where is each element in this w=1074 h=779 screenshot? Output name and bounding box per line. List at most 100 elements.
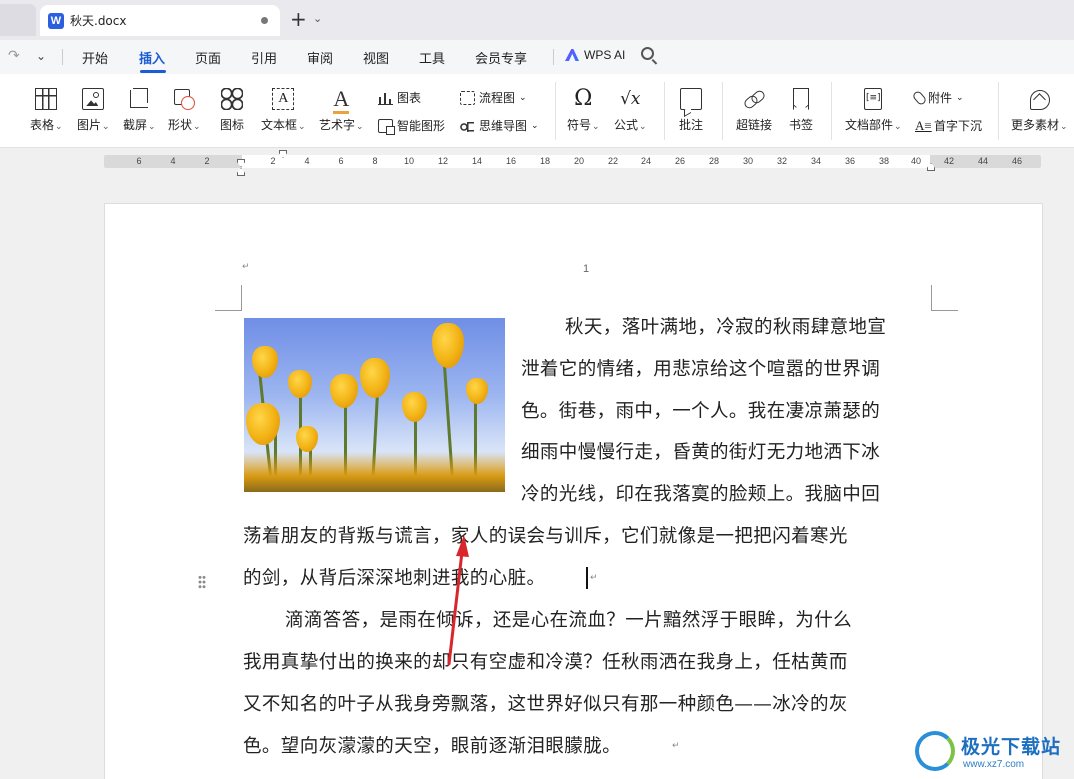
comment-button[interactable]: 批注	[679, 88, 703, 133]
paragraph-line: 的剑，从背后深深地刺进我的心脏。	[243, 568, 546, 589]
flowchart-button[interactable]: 流程图 ⌄	[460, 89, 527, 106]
omega-icon: Ω	[574, 86, 593, 111]
formula-icon: √x	[620, 89, 641, 109]
paragraph-line: 色。望向灰濛濛的天空，眼前逐渐泪眼朦胧。	[243, 736, 622, 757]
materials-icon	[1028, 88, 1051, 110]
horizontal-ruler[interactable]: 6 4 2 2 4 6 8 10 12 14 16 18 20 22 24 26…	[104, 150, 1041, 176]
attachment-button[interactable]: 附件 ⌄	[911, 89, 964, 106]
redo-icon[interactable]: ↷	[8, 48, 20, 64]
paragraph-line: 我用真挚付出的换来的却只有空虚和冷漠？任秋雨洒在我身上，任枯黄而	[243, 652, 848, 673]
document-parts-icon: [≡]	[864, 88, 883, 110]
bookmark-label: 书签	[789, 118, 814, 132]
icon-library-button[interactable]: 图标	[220, 88, 244, 133]
shape-label: 形状	[168, 118, 193, 132]
menu-member[interactable]: 会员专享	[475, 48, 527, 67]
link-icon	[743, 88, 765, 110]
crop-icon	[128, 88, 150, 110]
ruler-number: 2	[270, 156, 276, 166]
textbox-button[interactable]: A 文本框⌄	[261, 88, 306, 133]
new-tab-plus-icon[interactable]: +	[290, 9, 307, 29]
wordart-button[interactable]: A 艺术字⌄	[319, 86, 364, 133]
bookmark-button[interactable]: 书签	[789, 88, 813, 133]
divider	[555, 82, 556, 140]
divider	[998, 82, 999, 140]
tulip-photo[interactable]	[244, 318, 505, 492]
ruler-number: 6	[338, 156, 344, 166]
ruler-number: 4	[170, 156, 176, 166]
picture-label: 图片	[77, 118, 102, 132]
page-number: 1	[583, 263, 590, 275]
ruler-number: 44	[977, 156, 989, 166]
active-menu-indicator	[140, 70, 166, 73]
document-parts-button[interactable]: [≡] 文档部件⌄	[845, 88, 902, 133]
site-watermark: 极光下载站 www.xz7.com	[915, 727, 1070, 775]
dropcap-button[interactable]: A≡ 首字下沉	[915, 117, 982, 134]
ruler-number: 46	[1011, 156, 1023, 166]
symbol-button[interactable]: Ω 符号⌄	[567, 88, 600, 133]
menu-references[interactable]: 引用	[251, 48, 277, 67]
flowchart-label: 流程图	[479, 91, 516, 105]
ruler-number: 38	[878, 156, 890, 166]
quick-access-chevron-icon[interactable]: ⌄	[36, 49, 46, 63]
unsaved-dot-icon[interactable]	[261, 17, 268, 24]
formula-button[interactable]: √x 公式⌄	[614, 88, 647, 133]
ruler-number: 36	[844, 156, 856, 166]
document-tab[interactable]: W 秋天.docx	[40, 5, 280, 36]
tab-dropdown-chevron-icon[interactable]: ⌄	[313, 12, 322, 25]
ruler-number: 32	[776, 156, 788, 166]
smartart-button[interactable]: 智能图形	[378, 117, 445, 135]
menu-review[interactable]: 审阅	[307, 48, 333, 67]
paragraph-line: 冷的光线，印在我落寞的脸颊上。我脑中回	[521, 484, 881, 505]
formula-label: 公式	[614, 118, 639, 132]
ruler-number: 12	[437, 156, 449, 166]
ruler-number: 18	[539, 156, 551, 166]
more-materials-button[interactable]: 更多素材⌄	[1011, 88, 1068, 133]
hyperlink-button[interactable]: 超链接	[736, 88, 772, 133]
watermark-name: 极光下载站	[961, 736, 1062, 758]
paragraph-line: 秋天，落叶满地，冷寂的秋雨肆意地宣	[565, 317, 887, 338]
table-button[interactable]: 表格⌄	[30, 88, 63, 133]
table-label: 表格	[30, 118, 55, 132]
picture-icon	[82, 88, 105, 110]
menu-view[interactable]: 视图	[363, 48, 389, 67]
picture-button[interactable]: 图片⌄	[77, 88, 110, 133]
menu-tools[interactable]: 工具	[419, 48, 445, 67]
paragraph-drag-handle[interactable]	[198, 575, 206, 589]
previous-tab-stub[interactable]	[0, 4, 36, 36]
ruler-number: 4	[304, 156, 310, 166]
insert-ribbon: 表格⌄ 图片⌄ 截屏⌄ 形状⌄ 图标 A 文本框⌄ A 艺术字⌄ 图表 智能图形…	[0, 74, 1074, 148]
ruler-number: 22	[607, 156, 619, 166]
ruler-number: 14	[471, 156, 483, 166]
smartart-icon	[378, 118, 395, 135]
search-icon[interactable]	[641, 47, 654, 60]
paragraph-mark: ↵	[590, 573, 598, 583]
table-icon	[35, 88, 58, 110]
crop-mark	[931, 285, 958, 311]
shape-icon	[173, 88, 196, 110]
left-indent-marker[interactable]	[237, 168, 245, 176]
menu-home[interactable]: 开始	[82, 48, 108, 67]
attachment-label: 附件	[928, 91, 953, 105]
menu-page[interactable]: 页面	[195, 48, 221, 67]
wps-ai-button[interactable]: WPS AI	[565, 48, 625, 62]
dropcap-label: 首字下沉	[934, 119, 983, 133]
textbox-icon: A	[272, 88, 295, 110]
chart-button[interactable]: 图表	[378, 89, 421, 106]
paragraph-line: 滴滴答答，是雨在倾诉，还是心在流血？一片黯然浮于眼眸，为什么	[285, 610, 853, 631]
ruler-number: 30	[742, 156, 754, 166]
ruler-number: 26	[674, 156, 686, 166]
ruler-number: 42	[943, 156, 955, 166]
symbol-label: 符号	[567, 118, 592, 132]
ruler-number: 2	[204, 156, 210, 166]
paperclip-icon	[911, 89, 928, 106]
text-cursor	[586, 567, 588, 589]
docpart-label: 文档部件	[845, 118, 894, 132]
shape-button[interactable]: 形状⌄	[168, 88, 201, 133]
tulip-field	[244, 452, 505, 492]
screenshot-button[interactable]: 截屏⌄	[123, 88, 156, 133]
paragraph-line: 又不知名的叶子从我身旁飘落，这世界好似只有那一种颜色——冰冷的灰	[243, 694, 848, 715]
ruler-number: 28	[708, 156, 720, 166]
paragraph-line: 泄着它的情绪，用悲凉给这个喧嚣的世界调	[521, 359, 881, 380]
menu-insert[interactable]: 插入	[139, 48, 165, 67]
mindmap-button[interactable]: 思维导图 ⌄	[460, 117, 539, 134]
